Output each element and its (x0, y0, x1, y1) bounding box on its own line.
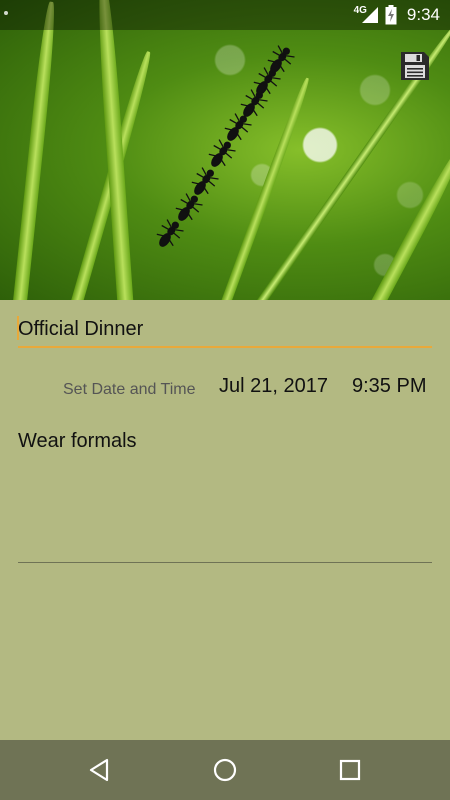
status-clock: 9:34 (406, 5, 440, 24)
floppy-disk-save-icon (401, 52, 429, 80)
ants-illustration (156, 45, 295, 247)
recents-square-icon (339, 759, 361, 781)
date-picker-value[interactable]: Jul 21, 2017 (219, 375, 328, 398)
back-button[interactable] (85, 755, 115, 785)
set-date-time-label: Set Date and Time (63, 381, 196, 398)
status-icons: 4G 9:34 (354, 0, 440, 30)
back-triangle-icon (89, 758, 109, 782)
time-picker-value[interactable]: 9:35 PM (352, 375, 426, 398)
network-type-label: 4G (353, 4, 367, 16)
status-bar: 4G 9:34 (0, 0, 450, 30)
recents-button[interactable] (335, 755, 365, 785)
notification-dot (4, 11, 8, 15)
navigation-bar (0, 740, 450, 800)
event-title-input[interactable] (18, 312, 432, 348)
header-image (0, 0, 450, 300)
datetime-row: Set Date and Time Jul 21, 2017 9:35 PM (0, 374, 450, 404)
notes-textarea[interactable]: Wear formals (18, 428, 432, 563)
home-button[interactable] (210, 755, 240, 785)
battery-icon (385, 5, 397, 25)
home-circle-icon (213, 758, 237, 782)
save-button[interactable] (399, 50, 431, 82)
text-cursor (17, 316, 19, 340)
